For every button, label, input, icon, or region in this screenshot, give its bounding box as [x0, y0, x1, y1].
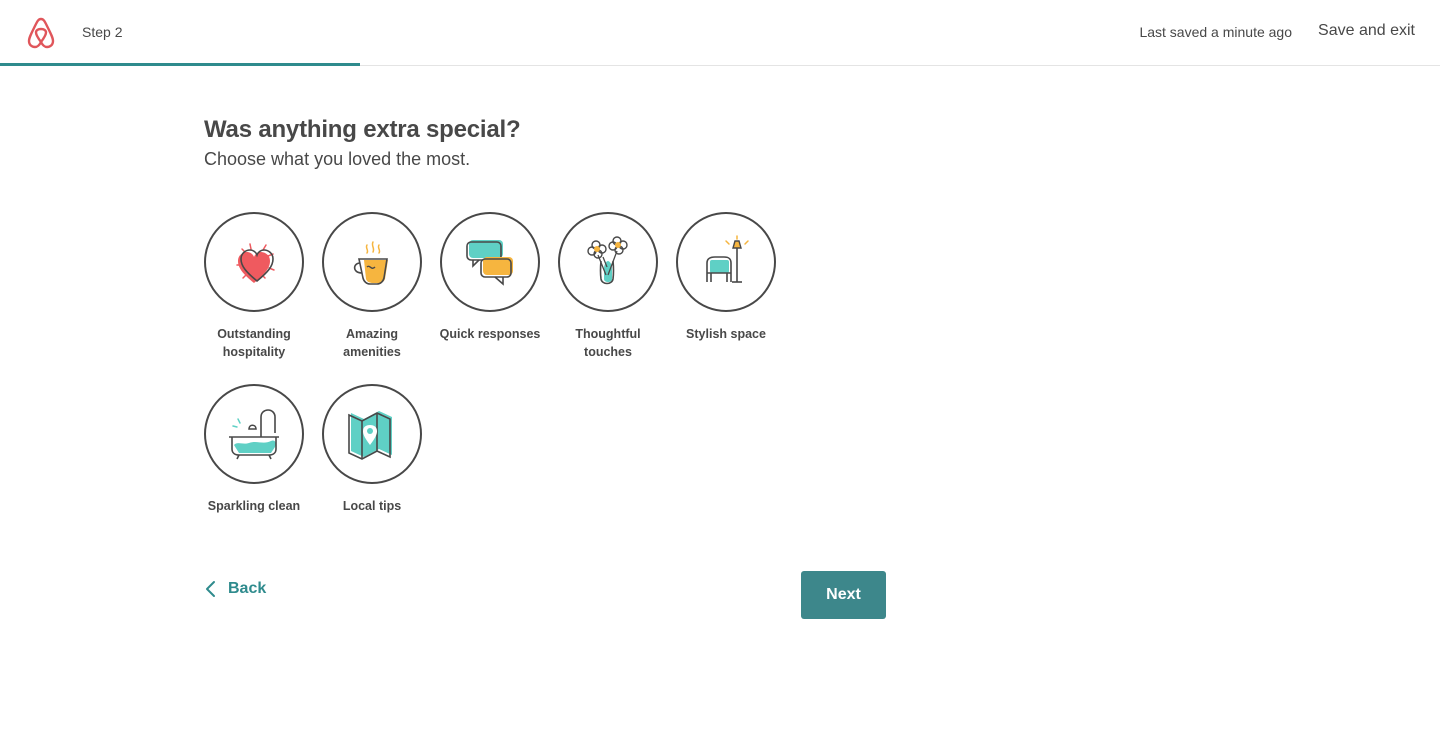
- back-label: Back: [228, 580, 267, 597]
- chevron-left-icon: [206, 581, 215, 597]
- option-thoughtful-touches[interactable]: Thoughtful touches: [548, 212, 668, 361]
- option-label: Local tips: [342, 499, 402, 513]
- option-circle[interactable]: [322, 212, 422, 312]
- back-button[interactable]: Back: [204, 580, 266, 598]
- option-local-tips[interactable]: Local tips: [312, 384, 432, 515]
- chat-bubbles-icon: [466, 240, 513, 286]
- map-pin-icon: [348, 411, 392, 460]
- option-circle[interactable]: [322, 384, 422, 484]
- option-circle[interactable]: [204, 384, 304, 484]
- option-amazing-amenities[interactable]: Amazing amenities: [312, 212, 432, 361]
- option-sparkling-clean[interactable]: Sparkling clean: [194, 384, 314, 515]
- option-label: Thoughtful touches: [575, 327, 641, 359]
- save-and-exit-link[interactable]: Save and exit: [1318, 22, 1415, 40]
- progress-bar: [0, 63, 360, 66]
- last-saved-status: Last saved a minute ago: [1139, 24, 1292, 40]
- option-circle[interactable]: [676, 212, 776, 312]
- next-button[interactable]: Next: [801, 571, 886, 619]
- option-outstanding-hospitality[interactable]: Outstanding hospitality: [194, 212, 314, 361]
- armchair-lamp-icon: [706, 235, 749, 283]
- bathtub-icon: [229, 409, 279, 460]
- option-label: Quick responses: [439, 327, 541, 341]
- option-circle[interactable]: [440, 212, 540, 312]
- coffee-cup-icon: [353, 241, 388, 285]
- airbnb-logo-icon[interactable]: [25, 15, 57, 49]
- top-bar: Step 2 Last saved a minute ago Save and …: [0, 0, 1440, 66]
- option-label: Stylish space: [686, 327, 766, 341]
- option-circle[interactable]: [204, 212, 304, 312]
- page-subtitle: Choose what you loved the most.: [204, 149, 471, 169]
- heart-icon: [236, 243, 275, 283]
- option-label: Sparkling clean: [207, 499, 301, 513]
- page-title: Was anything extra special?: [204, 116, 521, 143]
- option-stylish-space[interactable]: Stylish space: [666, 212, 786, 343]
- option-circle[interactable]: [558, 212, 658, 312]
- step-label: Step 2: [82, 24, 123, 40]
- option-quick-responses[interactable]: Quick responses: [430, 212, 550, 343]
- option-label: Outstanding hospitality: [217, 327, 291, 359]
- flowers-vase-icon: [587, 236, 628, 285]
- option-label: Amazing amenities: [343, 327, 401, 359]
